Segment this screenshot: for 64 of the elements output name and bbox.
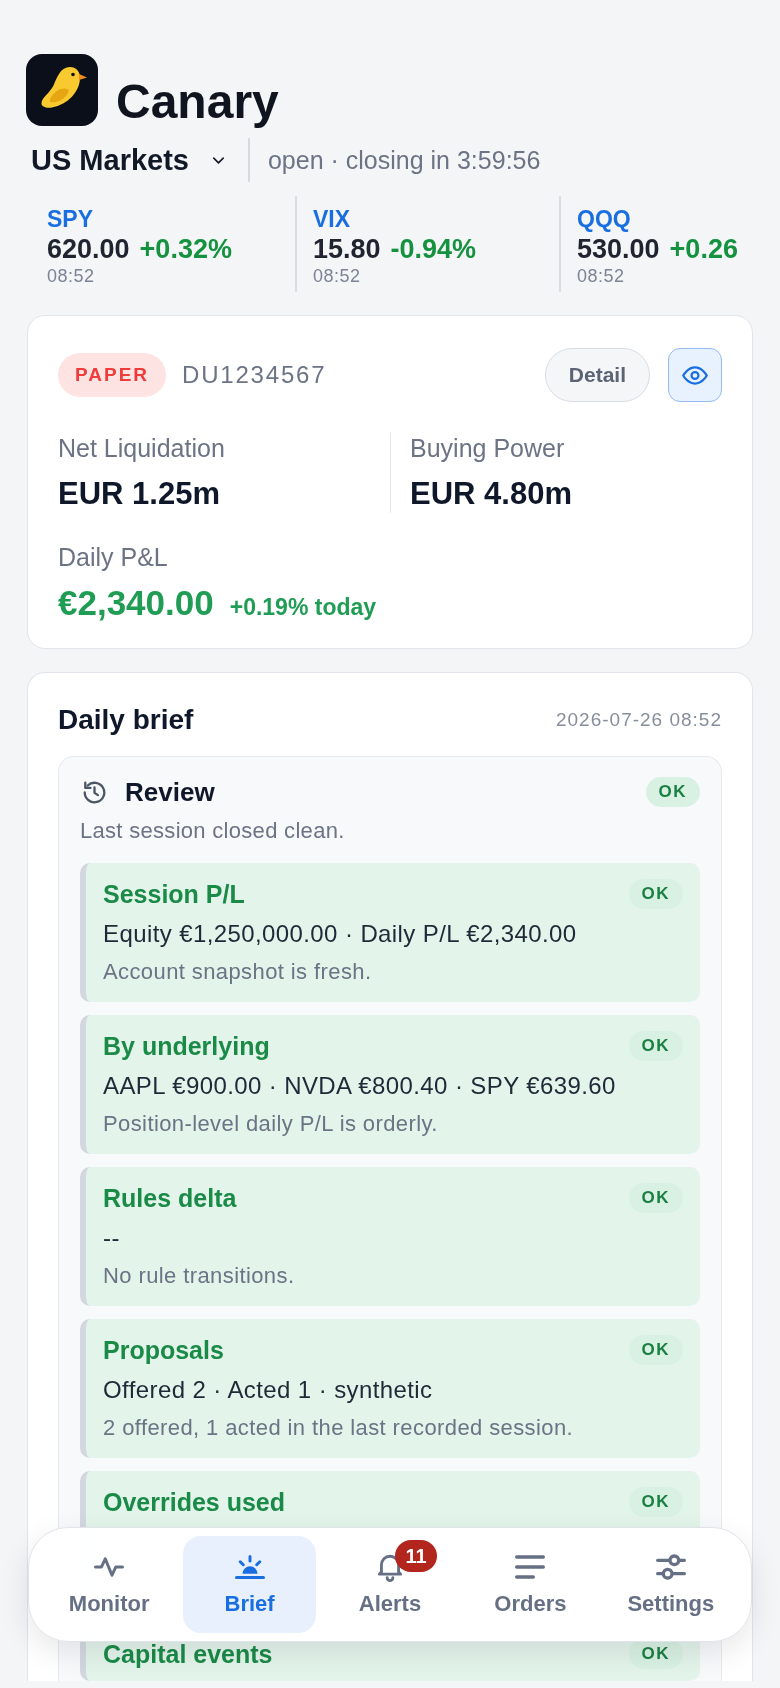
ticker-price: 15.80 — [313, 233, 381, 265]
sunrise-icon — [234, 1552, 265, 1582]
metric-value: EUR 4.80m — [410, 475, 573, 513]
list-icon — [515, 1552, 546, 1582]
brief-item-title: Proposals — [103, 1335, 224, 1365]
bell-icon — [375, 1552, 405, 1582]
status-badge: OK — [628, 1487, 683, 1517]
metric-label: Net Liquidation — [58, 433, 226, 463]
ticker-price: 530.00 — [577, 233, 660, 265]
count-badge: 11 — [395, 1540, 437, 1572]
status-badge: OK — [628, 879, 683, 909]
brief-item-note: Account snapshot is fresh. — [103, 958, 373, 986]
pnl-label: Daily P&L — [58, 542, 169, 572]
brief-item-title: By underlying — [103, 1031, 270, 1061]
detail-button[interactable]: Detail — [544, 348, 650, 402]
chevron-down-icon — [212, 156, 224, 164]
status-badge: OK — [628, 1335, 683, 1365]
ticker-time: 08:52 — [313, 265, 362, 287]
account-number: DU1234567 — [182, 361, 327, 389]
brief-item-value: AAPL €900.00 · NVDA €800.40 · SPY €639.60 — [103, 1071, 617, 1101]
nav-tab[interactable]: Brief — [183, 1536, 316, 1633]
ticker-change: +0.26 — [669, 233, 738, 265]
market-status: open · closing in 3:59:56 — [267, 145, 541, 175]
status-badge: OK — [628, 1183, 683, 1213]
ticker-change: -0.94% — [390, 233, 477, 265]
brief-title: Daily brief — [58, 704, 194, 736]
nav-tab[interactable]: Monitor — [43, 1536, 176, 1633]
ticker-time: 08:52 — [577, 265, 626, 287]
brief-item-title: Session P/L — [103, 879, 245, 909]
ticker-symbol: SPY — [47, 205, 95, 233]
eye-icon — [682, 365, 708, 385]
pnl-change: +0.19% today — [229, 594, 377, 621]
status-badge: OK — [645, 777, 700, 807]
nav-tab[interactable]: Orders — [464, 1536, 597, 1633]
ticker-symbol: VIX — [313, 205, 352, 233]
brief-item-note: Position-level daily P/L is orderly. — [103, 1110, 439, 1138]
review-title: Review — [125, 776, 215, 808]
brief-item-value: Offered 2 · Acted 1 · synthetic — [103, 1375, 434, 1405]
app-title: Canary — [116, 78, 279, 126]
mode-badge: PAPER — [58, 353, 167, 397]
ticker-change: +0.32% — [139, 233, 232, 265]
bird-logo-icon — [26, 54, 98, 126]
brief-timestamp: 2026-07-26 08:52 — [556, 709, 722, 731]
pnl-value: €2,340.00 — [58, 582, 214, 624]
brief-item-value: Equity €1,250,000.00 · Daily P/L €2,340.00 — [103, 919, 578, 949]
ticker-time: 08:52 — [47, 265, 96, 287]
status-badge: OK — [628, 1031, 683, 1061]
nav-tab[interactable]: Settings — [604, 1536, 737, 1633]
market-selector[interactable]: US Markets — [31, 143, 224, 177]
brief-item-title: Overrides used — [103, 1487, 286, 1517]
history-icon — [83, 780, 106, 804]
brief-item-note: No rule transitions. — [103, 1262, 296, 1290]
brief-item-value: -- — [103, 1223, 121, 1253]
visibility-toggle[interactable] — [668, 348, 722, 402]
brief-item-title: Rules delta — [103, 1183, 237, 1213]
metric-label: Buying Power — [410, 433, 566, 463]
nav-tab[interactable]: 11 Alerts — [323, 1536, 457, 1633]
ticker-price: 620.00 — [47, 233, 130, 265]
ticker-symbol: QQQ — [577, 205, 632, 233]
sliders-icon — [655, 1552, 686, 1582]
brief-item-title: Capital events — [103, 1639, 273, 1669]
review-summary: Last session closed clean. — [80, 817, 346, 845]
metric-value: EUR 1.25m — [58, 475, 221, 513]
brief-item-note: 2 offered, 1 acted in the last recorded session. — [103, 1414, 575, 1442]
